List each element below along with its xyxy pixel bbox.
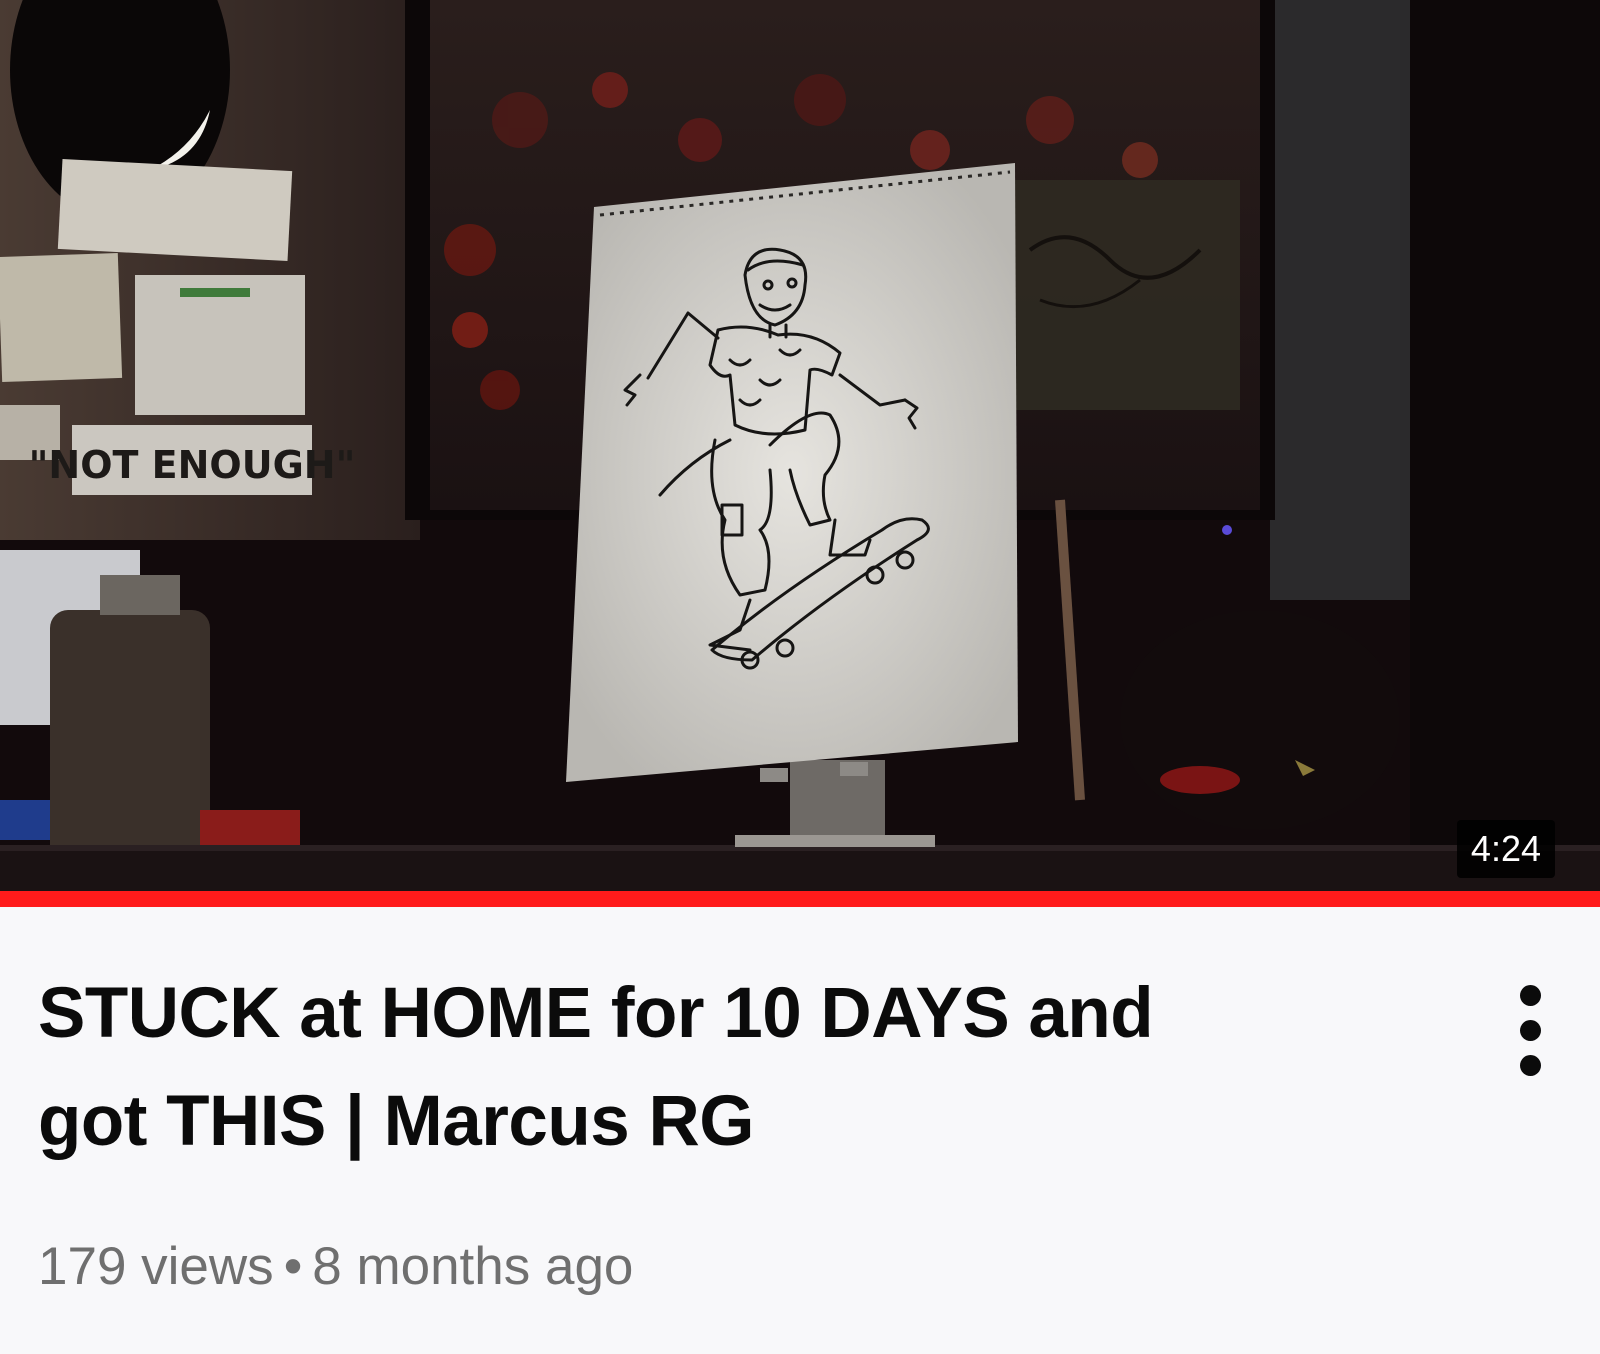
video-title[interactable]: STUCK at HOME for 10 DAYS and got THIS |… — [38, 960, 1278, 1176]
upload-age: 8 months ago — [312, 1237, 634, 1296]
watch-progress-bar — [0, 891, 1600, 907]
video-meta: STUCK at HOME for 10 DAYS and got THIS |… — [38, 960, 1458, 1297]
thumbnail-image: "NOT ENOUGH" — [0, 0, 1600, 891]
stats-separator: • — [283, 1237, 303, 1296]
video-card: "NOT ENOUGH" 4:24 STUCK at HOME for 10 D… — [0, 0, 1600, 1354]
menu-dot — [1520, 1055, 1541, 1076]
video-thumbnail[interactable]: "NOT ENOUGH" 4:24 — [0, 0, 1600, 891]
menu-dot — [1520, 985, 1541, 1006]
more-vertical-icon[interactable] — [1490, 985, 1570, 1085]
view-count: 179 views — [38, 1237, 274, 1296]
duration-badge: 4:24 — [1456, 820, 1555, 878]
menu-dot — [1520, 1020, 1541, 1041]
sign-text: "NOT ENOUGH" — [29, 443, 356, 487]
watch-progress-fill — [0, 891, 1600, 907]
video-stats: 179 views • 8 months ago — [38, 1236, 1458, 1297]
